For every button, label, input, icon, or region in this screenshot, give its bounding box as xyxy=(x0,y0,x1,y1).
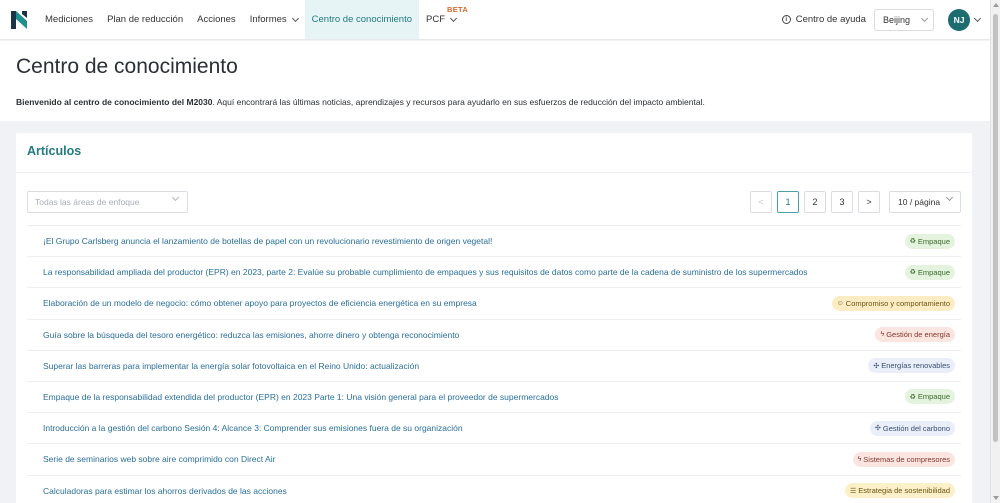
recycle-icon: ♻ xyxy=(909,269,916,277)
city-selector[interactable]: Beijing xyxy=(873,8,934,31)
lightning-icon: ϟ xyxy=(857,455,862,463)
nav-acciones[interactable]: Acciones xyxy=(190,0,243,39)
pagination-page-2[interactable]: 2 xyxy=(804,191,826,213)
focus-area-tag-label: Energías renovables xyxy=(881,361,950,371)
table-row: Empaque de la responsabilidad extendida … xyxy=(27,382,961,414)
page-size-value: 10 / página xyxy=(898,197,941,207)
table-row: Serie de seminarios web sobre aire compr… xyxy=(27,444,961,476)
table-row: La responsabilidad ampliada del producto… xyxy=(27,257,961,289)
logo-icon xyxy=(11,10,27,29)
top-navigation: Mediciones Plan de reducción Acciones Infor… xyxy=(0,0,990,40)
table-row: Elaboración de un modelo de negocio: cóm… xyxy=(27,288,961,320)
focus-area-placeholder: Todas las áreas de enfoque xyxy=(35,197,140,207)
chevron-down-icon xyxy=(945,193,954,202)
focus-area-tag: ✣ Energías renovables xyxy=(868,358,955,374)
nav-acciones-label: Acciones xyxy=(197,14,236,25)
scroll-thumb[interactable] xyxy=(993,14,998,442)
chevron-down-icon xyxy=(449,14,458,22)
article-link[interactable]: Calculadoras para estimar los ahorros de… xyxy=(27,486,287,496)
nav-centro-de-conocimiento[interactable]: Centro de conocimiento xyxy=(304,0,419,39)
chevron-down-icon xyxy=(920,14,929,22)
chevron-down-icon xyxy=(973,14,982,22)
page-size-selector[interactable]: 10 / página xyxy=(889,191,961,213)
article-link[interactable]: Empaque de la responsabilidad extendida … xyxy=(27,392,559,402)
turbine-icon: ✣ xyxy=(873,362,880,370)
focus-area-tag: ♻ Empaque xyxy=(904,264,955,280)
scroll-down-arrow-icon[interactable] xyxy=(993,496,999,500)
welcome-text: Bienvenido al centro de conocimiento del… xyxy=(16,97,705,107)
focus-area-tag: ☰ Estrategia de sostenibilidad xyxy=(844,483,955,498)
nav-mediciones-label: Mediciones xyxy=(45,14,94,25)
focus-area-filter[interactable]: Todas las áreas de enfoque xyxy=(27,191,188,213)
focus-area-tag-label: Estrategia de sostenibilidad xyxy=(858,486,950,495)
scroll-up-arrow-icon[interactable] xyxy=(993,3,999,7)
focus-area-tag-label: Gestión del carbono xyxy=(882,423,950,433)
chevron-down-icon xyxy=(171,193,180,202)
focus-area-tag-label: Gestión de energía xyxy=(886,330,950,340)
lightning-icon: ϟ xyxy=(880,331,885,339)
help-center-label: Centro de ayuda xyxy=(795,14,866,25)
article-list: ¡El Grupo Carlsberg anuncia el lanzamien… xyxy=(27,225,961,503)
beta-badge: BETA xyxy=(447,5,469,14)
article-link[interactable]: Elaboración de un modelo de negocio: cóm… xyxy=(27,298,477,308)
focus-area-tag-label: Empaque xyxy=(917,392,950,402)
recycle-icon: ♻ xyxy=(909,393,916,401)
pagination-page-1[interactable]: 1 xyxy=(777,191,799,213)
table-row: Introducción a la gestión del carbono Se… xyxy=(27,413,961,445)
focus-area-tag-label: Empaque xyxy=(917,236,950,246)
article-link[interactable]: ¡El Grupo Carlsberg anuncia el lanzamien… xyxy=(27,236,492,246)
people-icon: ☺ xyxy=(836,299,844,307)
chevron-down-icon xyxy=(291,14,299,22)
recycle-icon: ♻ xyxy=(909,238,916,245)
nav-pcf[interactable]: PCF BETA xyxy=(419,0,468,39)
card-divider xyxy=(16,172,972,173)
article-link[interactable]: Guía sobre la búsqueda del tesoro energé… xyxy=(27,330,459,340)
nav-pcf-label: PCF xyxy=(426,14,445,25)
table-row: Superar las barreras para implementar la… xyxy=(27,351,961,382)
nav-plan-de-reduccion-label: Plan de reducción xyxy=(107,14,184,25)
table-row: Calculadoras para estimar los ahorros de… xyxy=(27,476,961,503)
nav-mediciones[interactable]: Mediciones xyxy=(38,0,100,39)
article-link[interactable]: Superar las barreras para implementar la… xyxy=(27,361,419,371)
table-row: ¡El Grupo Carlsberg anuncia el lanzamien… xyxy=(27,226,961,258)
pagination-page-3[interactable]: 3 xyxy=(831,191,853,213)
welcome-bold: Bienvenido al centro de conocimiento del… xyxy=(16,97,213,107)
focus-area-tag-label: Empaque xyxy=(917,267,950,277)
nav-centro-de-conocimiento-label: Centro de conocimiento xyxy=(311,14,412,25)
city-value: Beijing xyxy=(882,14,910,25)
focus-area-tag-label: Sistemas de compresores xyxy=(863,454,950,464)
article-link[interactable]: Serie de seminarios web sobre aire compr… xyxy=(27,454,275,464)
articles-card: Artículos Todas las áreas de enfoque < 1… xyxy=(16,133,972,503)
strategy-icon: ☰ xyxy=(849,487,857,495)
nav-informes-label: Informes xyxy=(249,14,287,25)
welcome-rest: . Aquí encontrará las últimas noticias, … xyxy=(212,97,705,107)
avatar[interactable]: NJ xyxy=(948,8,970,31)
focus-area-tag: ♻ Empaque xyxy=(904,233,955,249)
pagination-prev-button[interactable]: < xyxy=(750,191,772,213)
page-scrollbar[interactable] xyxy=(990,0,1000,503)
focus-area-tag: ϟ Gestión de energía xyxy=(875,327,955,343)
articles-title: Artículos xyxy=(27,144,82,158)
page-header: Centro de conocimiento Bienvenido al cen… xyxy=(0,41,990,121)
page-title: Centro de conocimiento xyxy=(16,55,238,78)
m2030-logo[interactable] xyxy=(0,0,38,39)
focus-area-tag-label: Compromiso y comportamiento xyxy=(845,298,950,308)
focus-area-tag: ✣ Gestión del carbono xyxy=(869,420,955,436)
table-row: Guía sobre la búsqueda del tesoro energé… xyxy=(27,320,961,351)
nav-items: Mediciones Plan de reducción Acciones Infor… xyxy=(38,0,468,39)
molecule-icon: ✣ xyxy=(874,425,881,433)
nav-plan-de-reduccion[interactable]: Plan de reducción xyxy=(100,0,190,39)
article-link[interactable]: Introducción a la gestión del carbono Se… xyxy=(27,423,463,433)
focus-area-tag: ♻ Empaque xyxy=(904,389,955,405)
article-link[interactable]: La responsabilidad ampliada del producto… xyxy=(27,267,808,277)
help-center-link[interactable]: i Centro de ayuda xyxy=(781,0,874,39)
info-icon: i xyxy=(781,15,791,24)
user-menu[interactable]: NJ xyxy=(948,0,982,39)
focus-area-tag: ϟ Sistemas de compresores xyxy=(852,451,955,467)
pagination-next-button[interactable]: > xyxy=(858,191,880,213)
focus-area-tag: ☺ Compromiso y comportamiento xyxy=(831,295,955,311)
nav-informes[interactable]: Informes xyxy=(243,0,305,39)
